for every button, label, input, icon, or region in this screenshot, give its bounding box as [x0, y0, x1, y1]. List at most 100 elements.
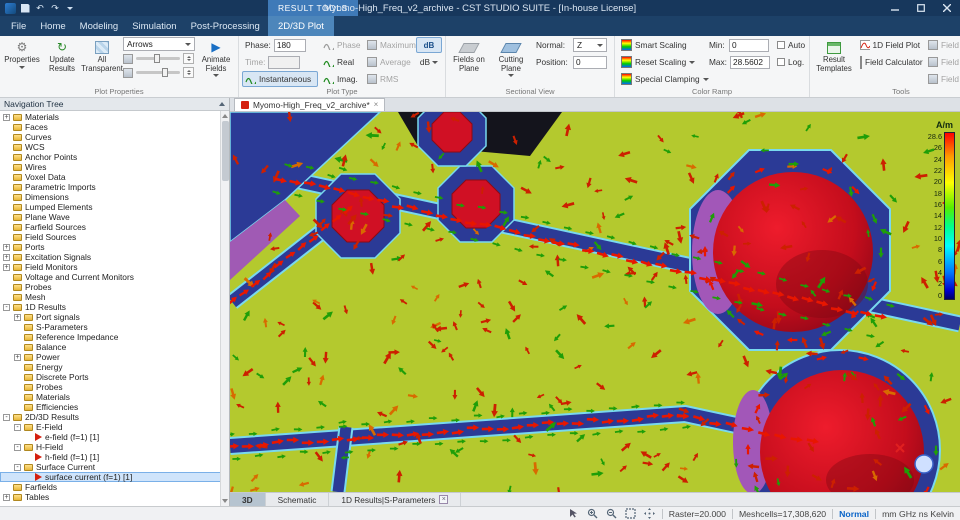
expand-icon[interactable]: + [3, 263, 10, 271]
fields-on-plane-button[interactable]: Fields on Plane [449, 37, 489, 87]
arrows-select[interactable]: Arrows [123, 37, 195, 51]
special-clamping-button[interactable]: Special Clamping [618, 71, 709, 87]
real-button[interactable]: Real [320, 54, 362, 70]
tree-item[interactable]: surface current (f=1) [1] [0, 472, 229, 482]
tree-item[interactable]: - E-Field [0, 422, 229, 432]
nav-scrollbar[interactable] [220, 111, 229, 506]
select-icon[interactable] [567, 508, 580, 520]
db-dropdown[interactable]: dB [416, 54, 442, 70]
tree-item[interactable]: + Ports [0, 242, 229, 252]
expand-icon[interactable]: + [14, 313, 21, 321]
undo-icon[interactable]: ↶ [34, 3, 46, 14]
reset-scaling-button[interactable]: Reset Scaling [618, 54, 704, 70]
imag-button[interactable]: Imag. [320, 71, 362, 87]
arrow-size-stepper[interactable] [183, 53, 194, 64]
collapse-icon[interactable]: - [14, 443, 21, 451]
tree-item[interactable]: Discrete Ports [0, 372, 229, 382]
collapse-icon[interactable]: - [14, 423, 21, 431]
document-tab[interactable]: Myomo-High_Freq_v2_archive* × [234, 98, 386, 111]
field-calculator-button[interactable]: Field Calculator [857, 54, 923, 70]
tree-item[interactable]: Wires [0, 162, 229, 172]
tree-item[interactable]: + Field Monitors [0, 262, 229, 272]
cutting-plane-button[interactable]: Cutting Plane [491, 37, 531, 87]
tree-item[interactable]: Faces [0, 122, 229, 132]
phase-input[interactable] [273, 38, 306, 52]
tree-item[interactable]: Curves [0, 132, 229, 142]
tab-simulation[interactable]: Simulation [125, 16, 183, 36]
tree-item[interactable]: + Tables [0, 492, 229, 502]
tree-item[interactable]: Plane Wave [0, 212, 229, 222]
collapse-panel-icon[interactable] [219, 102, 225, 106]
zoom-fit-icon[interactable] [624, 508, 637, 520]
units-display[interactable]: mm GHz ns Kelvin [882, 509, 954, 519]
tab-schematic[interactable]: Schematic [266, 493, 330, 506]
mode-indicator[interactable]: Normal [839, 509, 869, 519]
tree-item[interactable]: Reference Impedance [0, 332, 229, 342]
tree-item[interactable]: + Power [0, 352, 229, 362]
max-input[interactable] [729, 55, 770, 69]
position-input[interactable] [573, 55, 607, 69]
tree-item[interactable]: - 1D Results [0, 302, 229, 312]
tree-item[interactable]: e-field (f=1) [1] [0, 432, 229, 442]
tree-item[interactable]: Dimensions [0, 192, 229, 202]
expand-icon[interactable]: + [3, 253, 10, 261]
tree-item[interactable]: Mesh [0, 292, 229, 302]
scroll-down-icon[interactable] [222, 499, 228, 503]
tree-item[interactable]: Voxel Data [0, 172, 229, 182]
save-icon[interactable] [19, 3, 31, 14]
tree-item[interactable]: - 2D/3D Results [0, 412, 229, 422]
tab-home[interactable]: Home [33, 16, 72, 36]
tree-item[interactable]: + Port signals [0, 312, 229, 322]
tab-modeling[interactable]: Modeling [73, 16, 126, 36]
expand-icon[interactable]: + [3, 243, 10, 251]
tree-item[interactable]: + Excitation Signals [0, 252, 229, 262]
expand-icon[interactable]: + [3, 493, 10, 501]
result-templates-button[interactable]: Result Templates [813, 37, 855, 87]
tab-2d3d-plot[interactable]: 2D/3D Plot [268, 16, 334, 36]
tree-item[interactable]: Efficiencies [0, 402, 229, 412]
tree-item[interactable]: Anchor Points [0, 152, 229, 162]
tree-item[interactable]: Farfield Sources [0, 222, 229, 232]
tree-item[interactable]: Lumped Elements [0, 202, 229, 212]
tree-item[interactable]: + Materials [0, 112, 229, 122]
expand-icon[interactable]: + [3, 113, 10, 121]
zoom-in-icon[interactable] [586, 508, 599, 520]
db-toggle[interactable]: dB [416, 37, 442, 53]
maximize-button[interactable] [908, 0, 934, 16]
tree-item[interactable]: Materials [0, 392, 229, 402]
collapse-icon[interactable]: - [3, 413, 10, 421]
tree-item[interactable]: Parametric Imports [0, 182, 229, 192]
expand-icon[interactable]: + [14, 353, 21, 361]
tree-item[interactable]: Probes [0, 382, 229, 392]
redo-icon[interactable]: ↷ [49, 3, 61, 14]
tree-item[interactable]: - H-Field [0, 442, 229, 452]
app-icon[interactable] [4, 2, 16, 14]
update-results-button[interactable]: ↻ Update Results [43, 37, 81, 87]
tree-item[interactable]: Probes [0, 282, 229, 292]
close-icon[interactable]: × [439, 495, 449, 504]
qat-dropdown-icon[interactable] [64, 3, 76, 14]
3d-viewport[interactable]: A/m 28.6 26 24 22 20 18 16 14 12 10 8 6 4 2 0 [230, 112, 960, 492]
tab-post-processing[interactable]: Post-Processing [184, 16, 267, 36]
all-transparent-button[interactable]: All Transparent [81, 37, 123, 87]
collapse-icon[interactable]: - [14, 463, 21, 471]
tree-item[interactable]: Voltage and Current Monitors [0, 272, 229, 282]
tree-item[interactable]: Farfields [0, 482, 229, 492]
log-checkbox[interactable]: Log. [774, 54, 806, 70]
tab-1d-results[interactable]: 1D Results|S-Parameters × [329, 493, 462, 506]
tree-item[interactable]: - Surface Current [0, 462, 229, 472]
properties-button[interactable]: ⚙ Properties [3, 37, 41, 87]
minimize-button[interactable] [882, 0, 908, 16]
animate-fields-button[interactable]: ▶ Animate Fields [197, 37, 235, 87]
instantaneous-toggle[interactable]: Instantaneous [242, 71, 318, 87]
smart-scaling-button[interactable]: Smart Scaling [618, 37, 704, 53]
tree-item[interactable]: Field Sources [0, 232, 229, 242]
scroll-thumb[interactable] [221, 121, 229, 181]
tab-file[interactable]: File [4, 16, 33, 36]
tab-3d[interactable]: 3D [230, 493, 266, 506]
tree-item[interactable]: S-Parameters [0, 322, 229, 332]
normal-select[interactable]: Z [573, 38, 607, 52]
min-input[interactable] [729, 38, 769, 52]
close-icon[interactable]: × [374, 101, 379, 109]
scroll-up-icon[interactable] [222, 114, 228, 118]
